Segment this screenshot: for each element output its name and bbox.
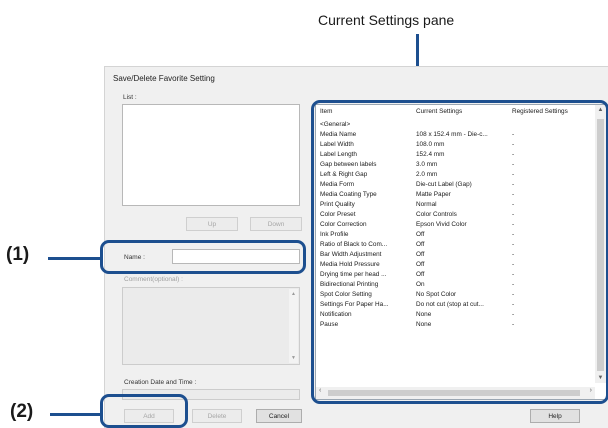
- dialog-title: Save/Delete Favorite Setting: [113, 74, 215, 83]
- name-field-highlight: [100, 240, 306, 274]
- scroll-up-arrow-icon: ▲: [291, 291, 296, 297]
- callout-1-label: (1): [6, 244, 30, 265]
- callout-2-label: (2): [10, 401, 34, 422]
- settings-pane-highlight: [311, 100, 608, 404]
- comment-textarea[interactable]: ▲ ▼: [122, 287, 300, 365]
- current-settings-pane-callout: Current Settings pane: [318, 12, 455, 28]
- callout-1-line: [48, 257, 100, 260]
- comment-scrollbar[interactable]: ▲ ▼: [289, 289, 298, 363]
- cancel-button[interactable]: Cancel: [256, 409, 302, 423]
- favorites-list[interactable]: [122, 104, 300, 206]
- down-button[interactable]: Down: [250, 217, 302, 231]
- up-button[interactable]: Up: [186, 217, 238, 231]
- creation-date-label: Creation Date and Time :: [124, 379, 197, 386]
- scroll-down-arrow-icon: ▼: [291, 355, 296, 361]
- delete-button[interactable]: Delete: [192, 409, 242, 423]
- comment-label: Comment(optional) :: [124, 276, 183, 283]
- add-button-highlight: [100, 394, 188, 428]
- list-label: List :: [123, 94, 137, 101]
- help-button[interactable]: Help: [530, 409, 580, 423]
- callout-2-line: [50, 413, 100, 416]
